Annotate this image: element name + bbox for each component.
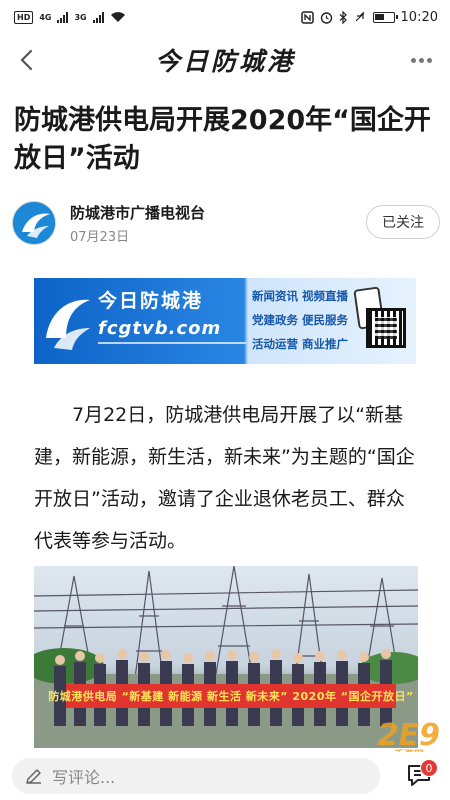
banner-title: 今日防城港	[98, 290, 204, 312]
network-3g-label: 3G	[74, 12, 87, 22]
comment-count-badge: 0	[420, 759, 438, 777]
article-photo[interactable]: 防城港供电局 “新基建 新能源 新生活 新未来” 2020年 “国企开放日”	[34, 566, 418, 748]
channel-logo-icon	[13, 202, 55, 244]
more-dots-icon	[410, 57, 416, 63]
wifi-icon	[110, 12, 125, 22]
clock: 10:20	[400, 9, 438, 25]
substation-scene	[34, 566, 418, 748]
bluetooth-icon	[339, 10, 347, 24]
photo-banner-text: 防城港供电局 “新基建 新能源 新生活 新未来” 2020年 “国企开放日”	[48, 684, 413, 708]
signal-icon	[57, 11, 69, 23]
promo-banner[interactable]: 今日防城港 fcgtvb.com 新闻资讯 视频直播 党建政务 便民服务 活动运…	[34, 278, 416, 364]
article-body: 7月22日，防城港供电局开展了以“新基建，新能源，新生活，新未来”为主题的“国企…	[34, 394, 418, 562]
follow-button[interactable]: 已关注	[366, 205, 440, 239]
article-title: 防城港供电局开展2020年“国企开放日”活动	[14, 105, 431, 174]
banner-logo-icon	[46, 299, 90, 350]
battery-icon	[372, 11, 398, 23]
banner-divider	[98, 342, 246, 344]
author-row: 防城港市广播电视台 07月23日 已关注	[12, 196, 440, 250]
article-paragraph: 7月22日，防城港供电局开展了以“新基建，新能源，新生活，新未来”为主题的“国企…	[34, 404, 415, 552]
banner-url: fcgtvb.com	[98, 318, 222, 339]
nfc-icon	[300, 10, 314, 24]
author-avatar[interactable]	[12, 201, 56, 245]
banner-services: 新闻资讯 视频直播 党建政务 便民服务 活动运营 商业推广	[252, 284, 370, 356]
qr-code	[366, 308, 406, 348]
silent-icon	[355, 11, 364, 21]
app-header: 今日防城港	[0, 34, 450, 86]
alarm-icon	[320, 11, 332, 24]
comment-placeholder: 写评论...	[52, 768, 116, 787]
banner-services-line: 新闻资讯 视频直播	[252, 289, 349, 303]
app-title: 今日防城港	[154, 47, 295, 76]
more-dot	[426, 57, 432, 63]
more-button[interactable]	[406, 48, 436, 72]
banner-services-line: 活动运营 商业推广	[252, 337, 349, 351]
comment-bar: 写评论... 0	[0, 752, 450, 800]
comment-input[interactable]: 写评论...	[12, 758, 380, 794]
banner-services-line: 党建政务 便民服务	[252, 313, 349, 327]
chevron-left-icon	[20, 49, 33, 71]
author-name[interactable]: 防城港市广播电视台	[70, 202, 205, 223]
signal-icon-2	[92, 11, 104, 23]
more-dot	[418, 57, 424, 63]
pencil-icon	[26, 769, 41, 784]
network-4g-label: 4G	[39, 12, 52, 22]
hd-badge: HD	[14, 10, 34, 24]
back-button[interactable]	[12, 46, 40, 74]
publish-date: 07月23日	[70, 230, 130, 245]
status-bar: HD 4G 3G 10:20	[0, 0, 450, 34]
